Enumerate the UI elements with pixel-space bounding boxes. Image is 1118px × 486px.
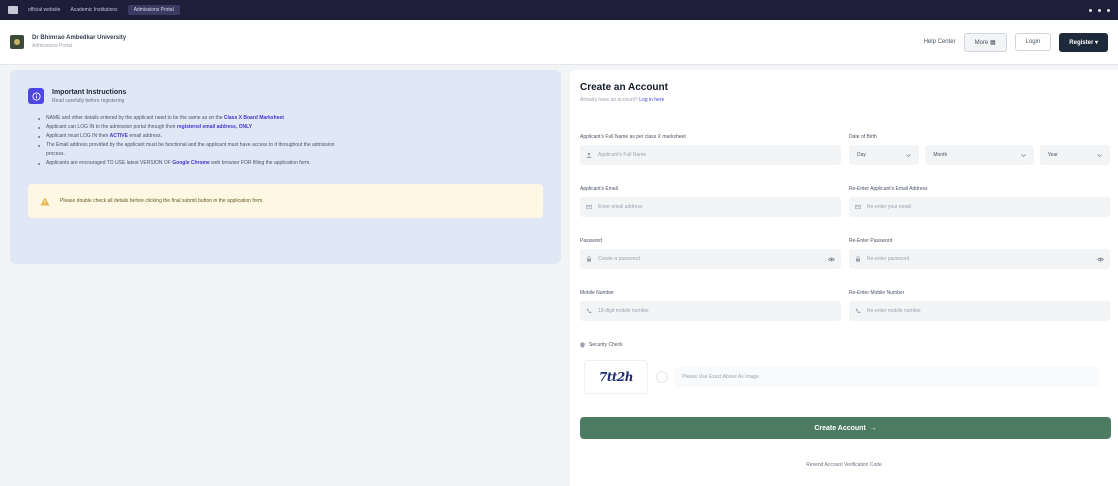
lock-icon	[856, 256, 860, 262]
eye-icon[interactable]	[1097, 257, 1104, 262]
info-icon	[28, 88, 44, 104]
form-fields: Applicant's Full Name as per class X mar…	[580, 134, 1110, 342]
eye-icon[interactable]	[828, 257, 835, 262]
list-item: Applicants are encouraged TO USE latest …	[38, 159, 543, 168]
window-control-icon[interactable]	[1098, 8, 1101, 12]
brand: Dr Bhimrao Ambedkar University Admission…	[32, 35, 126, 49]
university-logo-icon	[10, 35, 24, 49]
list-item: Applicant must LOG IN their ACTIVE email…	[38, 132, 543, 141]
fullname-placeholder: Applicant's Full Name	[598, 152, 647, 158]
form-title: Create an Account	[580, 82, 668, 93]
mobile-input[interactable]: 10-digit mobile number	[580, 301, 841, 321]
mobile-placeholder: 10-digit mobile number	[598, 308, 649, 314]
chevron-down-icon	[1020, 153, 1026, 157]
more-label: More	[974, 39, 989, 46]
help-center-link[interactable]: Help Center	[924, 39, 956, 45]
captcha-input[interactable]: Please Use Exact Above As Image	[674, 367, 1100, 387]
create-account-button[interactable]: Create Account →	[580, 417, 1111, 439]
app-logo-icon	[8, 6, 18, 14]
chevron-down-icon	[906, 153, 912, 157]
reemail-label: Re-Enter Applicant's Email Address	[849, 186, 928, 192]
reemail-input[interactable]: Re-enter your email	[849, 197, 1110, 217]
instructions-title: Important Instructions	[52, 88, 127, 96]
more-menu-button[interactable]: More ▦	[963, 32, 1007, 52]
window-control-icon[interactable]	[1089, 8, 1092, 12]
repassword-label: Re-Enter Password	[849, 238, 893, 244]
list-item: NAME and other details entered by the ap…	[38, 114, 543, 123]
grid-icon: ▦	[989, 39, 996, 46]
fullname-input[interactable]: Applicant's Full Name	[580, 145, 841, 165]
login-link[interactable]: Log in here	[639, 97, 664, 103]
brand-name: Dr Bhimrao Ambedkar University	[32, 35, 127, 41]
user-icon	[586, 152, 592, 158]
header-actions: Help Center More ▦ Login Register ▾	[924, 32, 1108, 52]
register-button[interactable]: Register ▾	[1059, 32, 1108, 52]
refresh-captcha-icon[interactable]	[656, 371, 668, 383]
email-label: Applicant's Email	[580, 186, 618, 192]
captcha-placeholder: Please Use Exact Above As Image	[682, 374, 759, 380]
instructions-card: Important Instructions Read carefully be…	[10, 70, 561, 264]
reemail-placeholder: Re-enter your email	[867, 204, 911, 210]
remobile-placeholder: Re-enter mobile number	[867, 308, 921, 314]
dob-selects: Day Month Year	[849, 145, 1110, 165]
browser-tab[interactable]: official website	[28, 7, 60, 13]
password-input[interactable]: Create a password	[580, 249, 841, 269]
captcha-image: 7tt2h	[584, 360, 648, 394]
fullname-label: Applicant's Full Name as per class X mar…	[580, 134, 686, 140]
resend-verification-link[interactable]: Resend Account Verification Code	[570, 462, 1118, 468]
remobile-input[interactable]: Re-enter mobile number	[849, 301, 1110, 321]
email-placeholder: Enter email address	[598, 204, 643, 210]
security-check-label: Security Check	[580, 342, 623, 348]
mail-icon	[855, 204, 861, 210]
mail-icon	[586, 204, 592, 210]
warning-banner: Please double check all details before c…	[28, 184, 543, 218]
instructions-subtitle: Read carefully before registering	[52, 97, 125, 104]
browser-tab-active[interactable]: Admissions Portal	[127, 5, 180, 15]
submit-label: Create Account	[814, 424, 866, 432]
login-button[interactable]: Login	[1014, 33, 1052, 51]
dob-label: Date of Birth	[849, 134, 877, 140]
brand-subtitle: Admissions Portal	[32, 43, 73, 49]
phone-icon	[855, 308, 861, 314]
register-label: Register	[1069, 39, 1094, 46]
dob-month-select[interactable]: Month	[925, 145, 1034, 165]
lock-icon	[587, 256, 591, 262]
dob-day-select[interactable]: Day	[849, 145, 920, 165]
list-item-continuation: process.	[46, 151, 65, 157]
remobile-label: Re-Enter Mobile Number	[849, 290, 905, 296]
list-item: The Email address provided by the applic…	[38, 141, 543, 150]
form-subtitle: Already have an account? Log in here	[580, 97, 665, 103]
browser-tab[interactable]: Academic Institutions	[70, 7, 117, 13]
instructions-header: Important Instructions Read carefully be…	[28, 88, 543, 104]
warning-icon	[40, 197, 50, 205]
create-account-card: Create an Account Already have an accoun…	[570, 70, 1118, 486]
site-header: Dr Bhimrao Ambedkar University Admission…	[0, 20, 1118, 65]
chevron-down-icon	[1097, 153, 1102, 157]
browser-tab-bar: official website Academic Institutions A…	[0, 0, 1118, 20]
password-label: Password	[580, 238, 602, 244]
dob-year-select[interactable]: Year	[1039, 145, 1110, 165]
email-input[interactable]: Enter email address	[580, 197, 841, 217]
repassword-placeholder: Re-enter password	[867, 256, 910, 262]
chevron-down-icon: ▾	[1094, 39, 1098, 46]
repassword-input[interactable]: Re-enter password	[849, 249, 1110, 269]
list-item: Applicant can LOG IN to the admission po…	[38, 123, 543, 132]
mobile-label: Mobile Number	[580, 290, 614, 296]
window-control-icon[interactable]	[1107, 8, 1110, 12]
instructions-list: NAME and other details entered by the ap…	[38, 114, 543, 168]
window-controls	[1089, 8, 1110, 12]
shield-icon	[580, 342, 585, 348]
warning-text: Please double check all details before c…	[60, 198, 264, 204]
phone-icon	[586, 308, 592, 314]
arrow-right-icon: →	[869, 424, 877, 432]
password-placeholder: Create a password	[598, 256, 640, 262]
